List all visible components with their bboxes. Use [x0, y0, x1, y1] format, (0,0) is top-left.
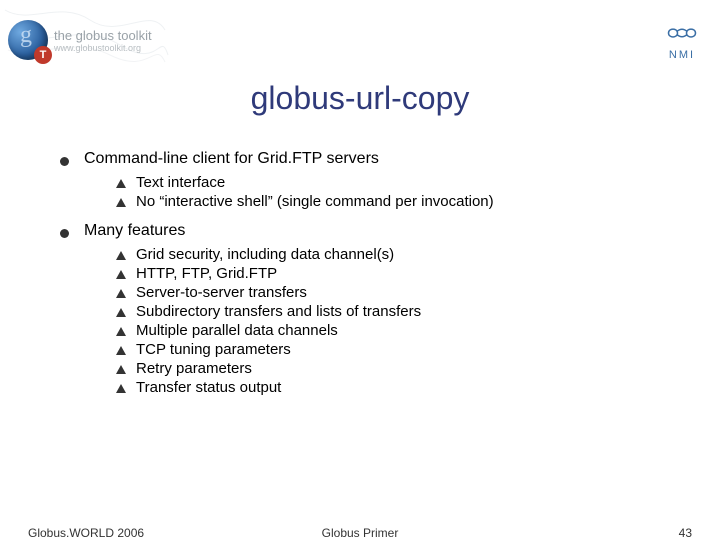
footer-center: Globus Primer — [0, 526, 720, 540]
nmi-label: NMI — [664, 49, 700, 61]
globe-icon: T — [8, 20, 48, 60]
nmi-icon — [664, 22, 700, 49]
brand-url: www.globustoolkit.org — [54, 43, 152, 53]
sub-bullet-item: Text interface — [116, 174, 680, 191]
bullet-item: Many features Grid security, including d… — [60, 222, 680, 396]
sub-bullet-item: Retry parameters — [116, 360, 680, 377]
bullet-label: Many features — [84, 222, 185, 239]
sub-bullet-label: Server-to-server transfers — [136, 284, 307, 301]
sub-bullet-item: TCP tuning parameters — [116, 341, 680, 358]
nmi-logo: NMI — [664, 22, 700, 61]
sub-bullet-label: HTTP, FTP, Grid.FTP — [136, 265, 277, 282]
sub-bullet-item: Transfer status output — [116, 379, 680, 396]
footer-right: 43 — [679, 526, 692, 540]
sub-bullet-item: Multiple parallel data channels — [116, 322, 680, 339]
globus-logo: T the globus toolkit www.globustoolkit.o… — [8, 20, 152, 60]
page-title: globus-url-copy — [0, 80, 720, 117]
toolkit-badge-icon: T — [34, 46, 52, 64]
bullet-label: Command-line client for Grid.FTP servers — [84, 150, 379, 167]
sub-bullet-label: Multiple parallel data channels — [136, 322, 338, 339]
sub-bullet-item: HTTP, FTP, Grid.FTP — [116, 265, 680, 282]
sub-bullet-label: Text interface — [136, 174, 225, 191]
sub-bullet-label: Grid security, including data channel(s) — [136, 246, 394, 263]
sub-bullet-item: Server-to-server transfers — [116, 284, 680, 301]
sub-bullet-item: No “interactive shell” (single command p… — [116, 193, 680, 210]
bullet-item: Command-line client for Grid.FTP servers… — [60, 150, 680, 210]
brand-name: the globus toolkit — [54, 28, 152, 43]
sub-bullet-label: No “interactive shell” (single command p… — [136, 193, 494, 210]
logo-text: the globus toolkit www.globustoolkit.org — [54, 28, 152, 53]
slide-content: Command-line client for Grid.FTP servers… — [60, 150, 680, 402]
sub-bullet-item: Grid security, including data channel(s) — [116, 246, 680, 263]
sub-bullet-item: Subdirectory transfers and lists of tran… — [116, 303, 680, 320]
sub-bullet-label: TCP tuning parameters — [136, 341, 291, 358]
sub-bullet-label: Retry parameters — [136, 360, 252, 377]
sub-bullet-label: Transfer status output — [136, 379, 281, 396]
sub-bullet-label: Subdirectory transfers and lists of tran… — [136, 303, 421, 320]
